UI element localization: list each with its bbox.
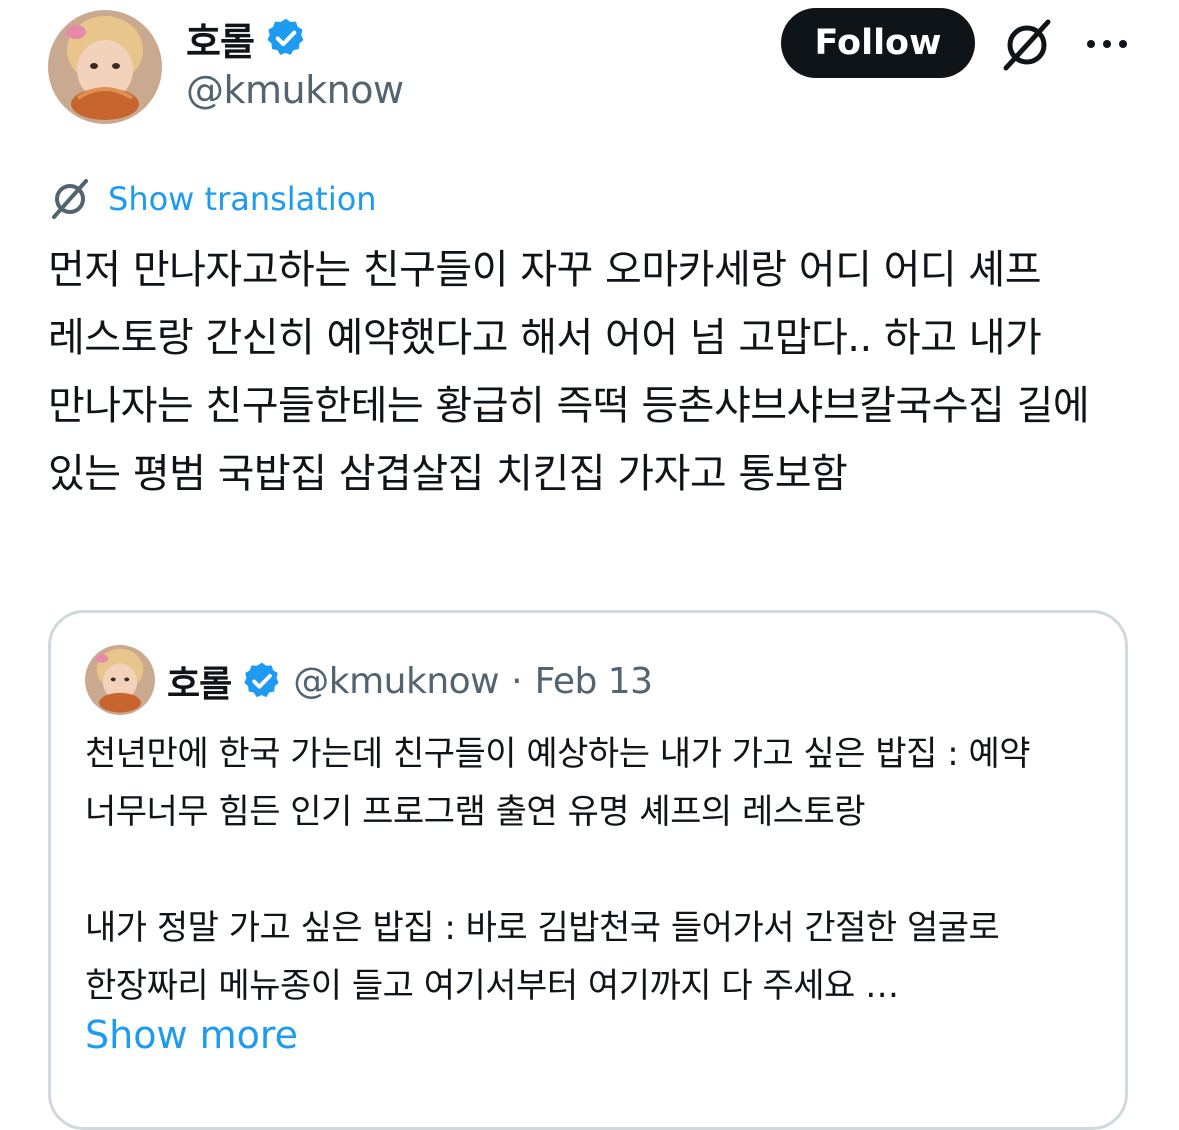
more-options-icon[interactable] <box>1084 30 1130 58</box>
follow-button[interactable]: Follow <box>781 8 975 78</box>
quoted-avatar-image <box>85 645 155 715</box>
quoted-author-display-name[interactable]: 호롤 <box>167 655 232 707</box>
author-display-name[interactable]: 호롤 <box>186 11 255 66</box>
grok-translate-icon <box>52 179 88 219</box>
grok-icon[interactable] <box>998 16 1056 74</box>
show-translation-link[interactable]: Show translation <box>108 180 377 218</box>
quoted-tweet-date[interactable]: Feb 13 <box>535 661 654 702</box>
meta-separator: · <box>511 660 523 702</box>
quoted-tweet-card[interactable]: 호롤 @kmuknow · Feb 13 천년만에 한국 가는데 친구들이 예상… <box>48 610 1128 1130</box>
verified-badge-icon[interactable] <box>264 16 308 60</box>
author-handle[interactable]: @kmuknow <box>186 68 404 112</box>
quoted-author-avatar[interactable] <box>85 645 155 715</box>
show-translation-row[interactable]: Show translation <box>48 176 377 222</box>
author-avatar[interactable] <box>48 10 162 124</box>
tweet-text: 먼저 만나자고하는 친구들이 자꾸 오마카세랑 어디 어디 셰프 레스토랑 간신… <box>48 247 1102 497</box>
author-name-row: 호롤 <box>186 10 308 66</box>
quoted-author-handle[interactable]: @kmuknow <box>293 661 499 702</box>
show-more-link[interactable]: Show more <box>85 1013 298 1057</box>
quoted-verified-badge-icon[interactable] <box>241 660 283 702</box>
quoted-tweet-header: 호롤 @kmuknow · Feb 13 <box>167 653 653 709</box>
quoted-tweet-text: 천년만에 한국 가는데 친구들이 예상하는 내가 가고 싶은 밥집 : 예약 너… <box>85 734 1031 1006</box>
avatar-image <box>48 10 162 124</box>
